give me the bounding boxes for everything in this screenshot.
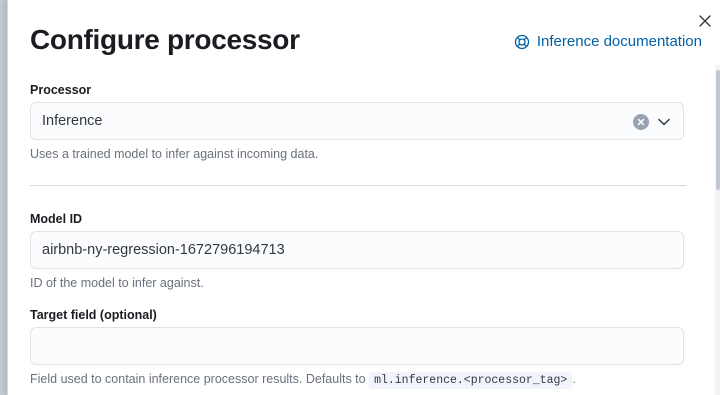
processor-selected-value: Inference [42,113,103,129]
flyout-scrollbar-thumb[interactable] [716,70,720,190]
target-field-label: Target field (optional) [30,308,157,322]
model-id-value: airbnb-ny-regression-1672796194713 [42,242,285,258]
model-id-input[interactable]: airbnb-ny-regression-1672796194713 [30,231,684,269]
processor-help-text: Uses a trained model to infer against in… [30,147,319,161]
target-field-help-text: Field used to contain inference processo… [30,372,576,389]
processor-label: Processor [30,83,92,97]
default-field-code: ml.inference.<processor_tag> [369,372,573,389]
model-id-label: Model ID [30,212,83,226]
section-divider [30,185,686,186]
clear-icon [637,118,645,126]
close-icon [699,15,711,27]
chevron-down-icon[interactable] [657,115,671,129]
configure-processor-flyout: Configure processor Inference documentat… [7,0,720,395]
doc-link-label: Inference documentation [536,33,702,50]
target-field-input[interactable] [30,327,684,365]
model-id-help-text: ID of the model to infer against. [30,276,204,290]
help-lifebuoy-icon [514,34,530,49]
processor-combobox[interactable]: Inference [30,102,684,140]
clear-selection-button[interactable] [633,114,649,130]
flyout-title: Configure processor [30,24,300,55]
target-field-help-suffix: . [572,372,576,386]
inference-documentation-link[interactable]: Inference documentation [514,33,702,50]
target-field-help-prefix: Field used to contain inference processo… [30,372,366,386]
close-button[interactable] [697,13,713,29]
